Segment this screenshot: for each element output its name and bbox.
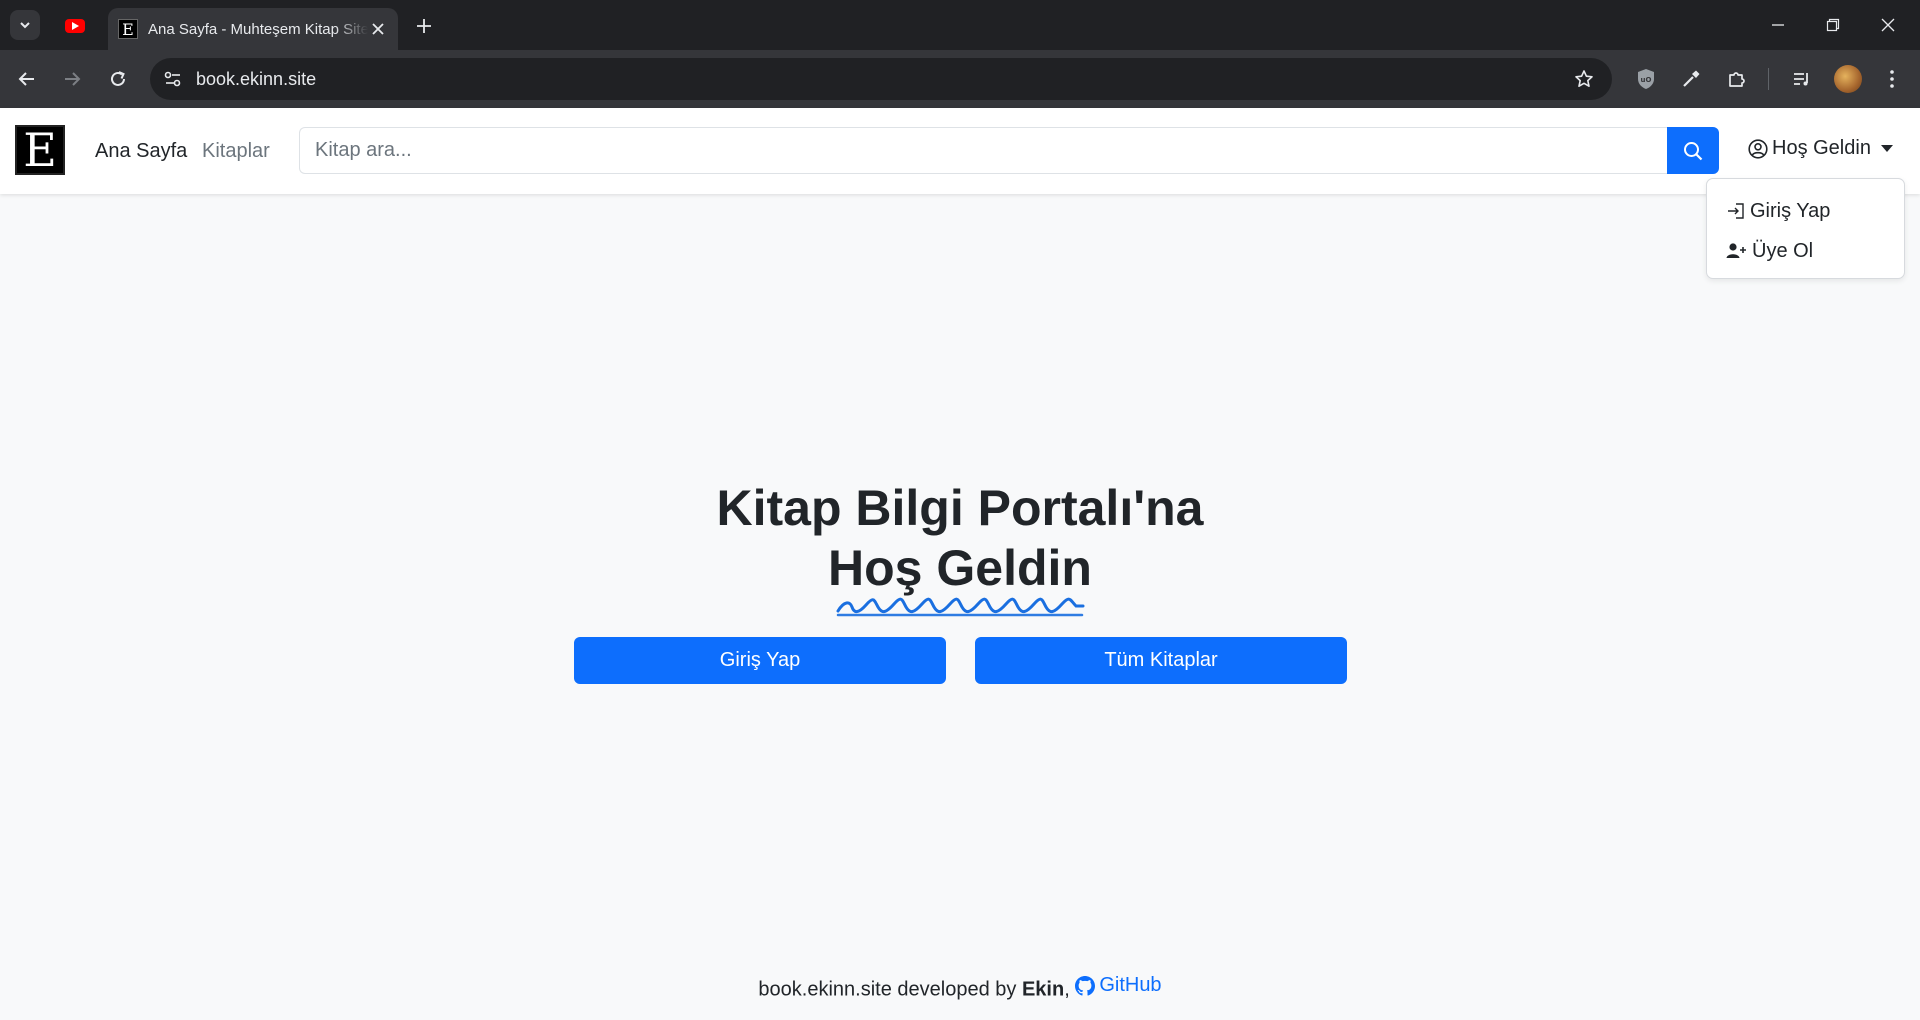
back-button[interactable] bbox=[12, 64, 42, 94]
browser-toolbar: book.ekinn.site uO bbox=[0, 50, 1920, 108]
user-menu-label: Hoş Geldin bbox=[1772, 137, 1871, 159]
search-icon bbox=[1684, 141, 1703, 160]
address-bar[interactable]: book.ekinn.site bbox=[150, 58, 1612, 100]
search-button[interactable] bbox=[1667, 127, 1719, 174]
ublock-extension-icon[interactable]: uO bbox=[1631, 64, 1661, 94]
pinned-tab-youtube[interactable] bbox=[60, 15, 90, 37]
plus-icon bbox=[417, 19, 431, 33]
arrow-right-icon bbox=[65, 72, 81, 86]
footer-separator: , bbox=[1064, 978, 1070, 1001]
search-form bbox=[299, 127, 1719, 174]
toolbar-separator bbox=[1768, 68, 1769, 90]
new-tab-button[interactable] bbox=[410, 12, 438, 40]
user-menu-toggle[interactable]: Hoş Geldin bbox=[1748, 137, 1893, 160]
github-icon bbox=[1075, 975, 1096, 996]
reload-button[interactable] bbox=[103, 64, 133, 94]
reload-icon bbox=[111, 71, 125, 86]
site-navbar: E Ana Sayfa Kitaplar Hoş Geldin bbox=[0, 108, 1920, 194]
media-queue-icon[interactable] bbox=[1787, 64, 1817, 94]
hero-login-button[interactable]: Giriş Yap bbox=[574, 637, 946, 684]
extensions-puzzle-icon[interactable] bbox=[1722, 64, 1752, 94]
caret-down-icon bbox=[1880, 145, 1893, 152]
profile-avatar[interactable] bbox=[1834, 65, 1862, 93]
minimize-button[interactable] bbox=[1758, 10, 1798, 40]
youtube-icon bbox=[65, 19, 85, 33]
restore-button[interactable] bbox=[1813, 10, 1853, 40]
url-text[interactable]: book.ekinn.site bbox=[196, 69, 1566, 90]
arrow-left-icon bbox=[18, 72, 34, 86]
user-dropdown-menu: Giriş Yap Üye Ol bbox=[1706, 178, 1905, 279]
forward-button[interactable] bbox=[57, 64, 87, 94]
github-link[interactable]: GitHub bbox=[1075, 974, 1162, 997]
tab-title: Ana Sayfa - Muhteşem Kitap Sitesi bbox=[148, 20, 368, 38]
footer-text: book.ekinn.site developed by bbox=[758, 978, 1022, 1001]
dropdown-item-login[interactable]: Giriş Yap bbox=[1707, 191, 1904, 231]
tab-search-button[interactable] bbox=[10, 10, 40, 40]
person-circle-icon bbox=[1748, 138, 1768, 159]
browser-menu-icon[interactable] bbox=[1877, 64, 1907, 94]
hero-title-line2: Hoş Geldin bbox=[828, 540, 1092, 596]
search-input[interactable] bbox=[299, 127, 1667, 174]
chevron-down-icon bbox=[20, 22, 30, 29]
github-label: GitHub bbox=[1099, 974, 1162, 996]
site-info-icon[interactable] bbox=[156, 62, 190, 96]
minimize-icon bbox=[1772, 24, 1784, 26]
svg-text:uO: uO bbox=[1641, 76, 1652, 84]
active-tab[interactable]: E Ana Sayfa - Muhteşem Kitap Sitesi bbox=[108, 8, 398, 50]
hero-all-books-button[interactable]: Tüm Kitaplar bbox=[975, 637, 1347, 684]
dropdown-register-label: Üye Ol bbox=[1752, 239, 1814, 262]
squiggle-underline-decoration bbox=[836, 597, 1085, 617]
person-add-icon bbox=[1726, 243, 1746, 258]
footer-author: Ekin bbox=[1021, 978, 1065, 1001]
dropdown-item-register[interactable]: Üye Ol bbox=[1707, 231, 1904, 271]
nav-home-link[interactable]: Ana Sayfa bbox=[95, 140, 187, 163]
dropdown-login-label: Giriş Yap bbox=[1750, 199, 1831, 222]
tab-close-icon[interactable] bbox=[368, 19, 388, 39]
bookmark-star-icon[interactable] bbox=[1566, 61, 1602, 97]
window-close-button[interactable] bbox=[1868, 10, 1908, 40]
browser-tab-strip: E Ana Sayfa - Muhteşem Kitap Sitesi bbox=[0, 0, 1920, 50]
restore-icon bbox=[1826, 18, 1840, 32]
nav-books-link[interactable]: Kitaplar bbox=[202, 140, 270, 163]
site-favicon: E bbox=[118, 19, 138, 39]
close-icon bbox=[1881, 18, 1895, 32]
eyedropper-extension-icon[interactable] bbox=[1676, 64, 1706, 94]
hero-title-line1: Kitap Bilgi Portalı'na bbox=[716, 480, 1204, 536]
brand-logo[interactable]: E bbox=[15, 125, 65, 175]
hero-title: Kitap Bilgi Portalı'na Hoş Geldin bbox=[560, 478, 1360, 598]
page-footer: book.ekinn.site developed by Ekin, GitHu… bbox=[0, 974, 1920, 1002]
login-icon bbox=[1728, 203, 1744, 219]
